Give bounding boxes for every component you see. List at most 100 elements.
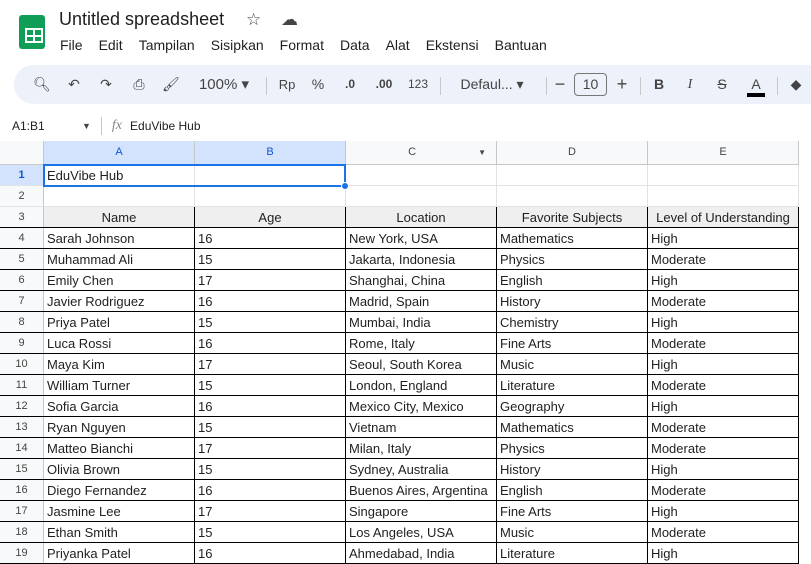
cell[interactable]: 15 xyxy=(195,459,346,479)
row-header[interactable]: 12 xyxy=(0,396,44,416)
cell[interactable]: Moderate xyxy=(648,522,799,542)
cell[interactable]: High xyxy=(648,228,799,248)
row-header[interactable]: 16 xyxy=(0,480,44,500)
cell[interactable]: History xyxy=(497,291,648,311)
cell[interactable]: Physics xyxy=(497,438,648,458)
zoom-select[interactable]: 100% ▾ xyxy=(194,65,254,104)
row-header[interactable]: 8 xyxy=(0,312,44,332)
cell[interactable]: Chemistry xyxy=(497,312,648,332)
cell[interactable]: 16 xyxy=(195,543,346,563)
column-header-c[interactable]: C ▼ xyxy=(346,141,497,164)
cell[interactable]: Madrid, Spain xyxy=(346,291,497,311)
cell[interactable]: English xyxy=(497,480,648,500)
increase-decimal-button[interactable]: .00 xyxy=(372,65,396,104)
cell[interactable]: Moderate xyxy=(648,480,799,500)
font-size-input[interactable]: 10 xyxy=(574,73,607,96)
cell[interactable]: Diego Fernandez xyxy=(44,480,195,500)
redo-icon[interactable]: ↷ xyxy=(98,65,114,104)
cell[interactable]: Moderate xyxy=(648,291,799,311)
cell[interactable]: Ryan Nguyen xyxy=(44,417,195,437)
cell[interactable]: Moderate xyxy=(648,249,799,269)
cell[interactable]: Mexico City, Mexico xyxy=(346,396,497,416)
decrease-decimal-button[interactable]: .0 xyxy=(340,65,360,104)
cell[interactable]: Mathematics xyxy=(497,417,648,437)
cell[interactable]: High xyxy=(648,459,799,479)
row-header[interactable]: 4 xyxy=(0,228,44,248)
cell[interactable]: 15 xyxy=(195,312,346,332)
cell[interactable]: Age xyxy=(195,207,346,227)
cell[interactable]: Sarah Johnson xyxy=(44,228,195,248)
cell[interactable] xyxy=(44,186,195,206)
cell[interactable]: New York, USA xyxy=(346,228,497,248)
cell[interactable]: Vietnam xyxy=(346,417,497,437)
cell[interactable]: English xyxy=(497,270,648,290)
cell[interactable]: Olivia Brown xyxy=(44,459,195,479)
cell[interactable]: Mumbai, India xyxy=(346,312,497,332)
cell[interactable]: 17 xyxy=(195,438,346,458)
cell[interactable]: 15 xyxy=(195,375,346,395)
cell[interactable]: High xyxy=(648,270,799,290)
text-color-button[interactable]: A xyxy=(745,65,767,104)
row-header[interactable]: 10 xyxy=(0,354,44,374)
font-size-increase-button[interactable]: + xyxy=(614,65,630,104)
cloud-icon[interactable]: ☁ xyxy=(281,10,298,30)
menu-format[interactable]: Format xyxy=(280,37,324,53)
row-header[interactable]: 14 xyxy=(0,438,44,458)
paint-format-icon[interactable]: 🖌︎ xyxy=(162,65,180,104)
menu-sisipkan[interactable]: Sisipkan xyxy=(211,37,264,53)
cell[interactable]: Javier Rodriguez xyxy=(44,291,195,311)
cell[interactable]: Priyanka Patel xyxy=(44,543,195,563)
fill-color-icon[interactable]: ◆ xyxy=(786,65,806,104)
cell[interactable] xyxy=(346,165,497,185)
italic-button[interactable]: I xyxy=(682,65,698,104)
cell[interactable]: Jasmine Lee xyxy=(44,501,195,521)
cell[interactable]: High xyxy=(648,312,799,332)
cell[interactable]: 17 xyxy=(195,501,346,521)
cell[interactable]: Moderate xyxy=(648,438,799,458)
cell[interactable]: Muhammad Ali xyxy=(44,249,195,269)
currency-button[interactable]: Rp xyxy=(276,65,298,104)
column-header-b[interactable]: B xyxy=(195,141,346,164)
cell[interactable] xyxy=(648,165,799,185)
cell[interactable]: 16 xyxy=(195,396,346,416)
cell[interactable] xyxy=(346,186,497,206)
cell[interactable]: Ethan Smith xyxy=(44,522,195,542)
cell[interactable] xyxy=(497,186,648,206)
cell[interactable]: Moderate xyxy=(648,375,799,395)
cell[interactable]: Moderate xyxy=(648,417,799,437)
row-header[interactable]: 19 xyxy=(0,543,44,563)
cell[interactable]: Physics xyxy=(497,249,648,269)
cell[interactable]: Rome, Italy xyxy=(346,333,497,353)
menu-tampilan[interactable]: Tampilan xyxy=(139,37,195,53)
cell[interactable]: 17 xyxy=(195,354,346,374)
cell[interactable]: 16 xyxy=(195,333,346,353)
cell[interactable]: Moderate xyxy=(648,333,799,353)
menu-ekstensi[interactable]: Ekstensi xyxy=(426,37,479,53)
formula-input[interactable]: EduVibe Hub xyxy=(130,119,201,133)
cell[interactable]: Fine Arts xyxy=(497,333,648,353)
filter-dropdown-icon[interactable]: ▼ xyxy=(478,141,486,164)
menu-edit[interactable]: Edit xyxy=(99,37,123,53)
undo-icon[interactable]: ↶ xyxy=(66,65,82,104)
search-icon[interactable]: 🔍︎ xyxy=(32,65,52,104)
cell[interactable]: Milan, Italy xyxy=(346,438,497,458)
cell[interactable]: Fine Arts xyxy=(497,501,648,521)
row-header[interactable]: 9 xyxy=(0,333,44,353)
star-icon[interactable]: ☆ xyxy=(246,10,261,30)
menu-file[interactable]: File xyxy=(60,37,83,53)
cell[interactable]: 15 xyxy=(195,522,346,542)
cell[interactable]: Geography xyxy=(497,396,648,416)
font-size-decrease-button[interactable]: − xyxy=(552,65,568,104)
cell[interactable]: Seoul, South Korea xyxy=(346,354,497,374)
name-box[interactable]: A1:B1 xyxy=(12,119,82,133)
column-header-d[interactable]: D xyxy=(497,141,648,164)
sheets-logo[interactable] xyxy=(19,15,45,49)
cell[interactable]: Luca Rossi xyxy=(44,333,195,353)
cell[interactable]: Music xyxy=(497,522,648,542)
cell[interactable]: Sydney, Australia xyxy=(346,459,497,479)
font-select[interactable]: Defaul... ▾ xyxy=(452,65,532,104)
cell[interactable]: Literature xyxy=(497,375,648,395)
row-header[interactable]: 5 xyxy=(0,249,44,269)
document-title[interactable]: Untitled spreadsheet xyxy=(59,9,224,30)
cell[interactable] xyxy=(497,165,648,185)
